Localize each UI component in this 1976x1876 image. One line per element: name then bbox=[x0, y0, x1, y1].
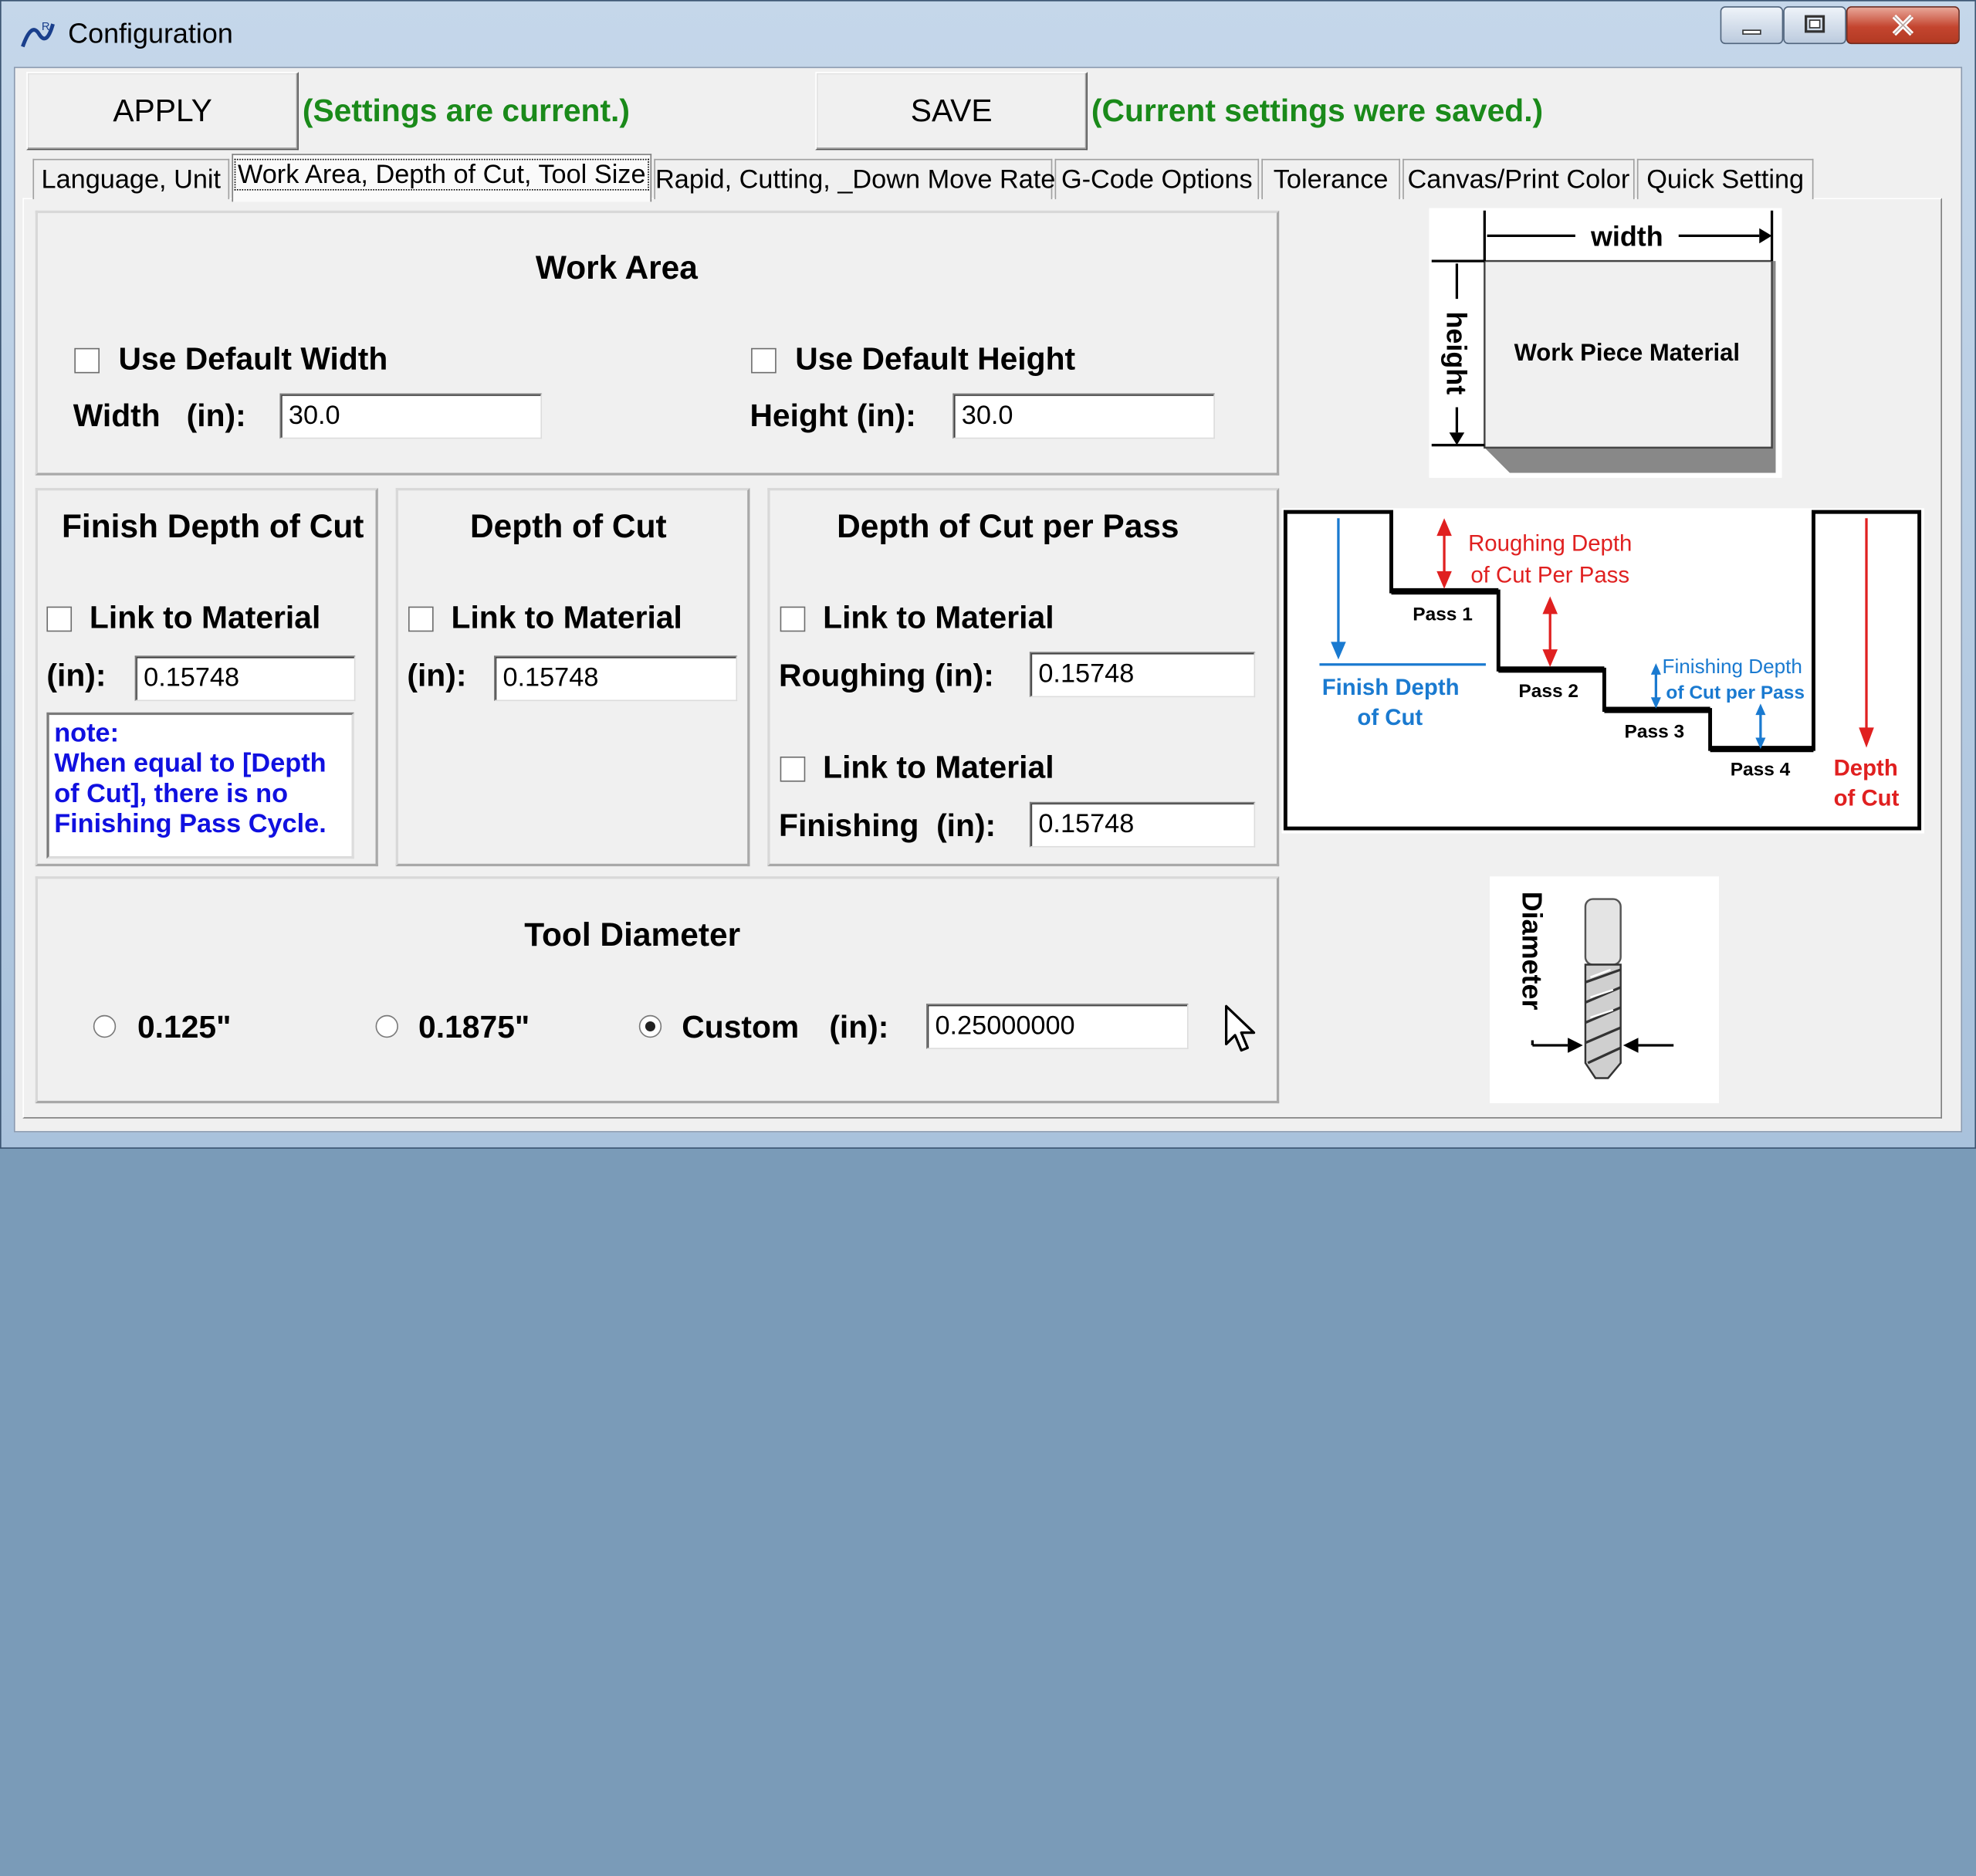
finish-depth-label-2: of Cut bbox=[1357, 705, 1423, 730]
finish-link-material-checkbox[interactable] bbox=[46, 606, 73, 632]
tab-label: Rapid, Cutting, _Down Move Rate bbox=[655, 164, 1056, 195]
workpiece-diagram: width height Work Piece Material bbox=[1429, 208, 1782, 479]
finish-depth-note: note: When equal to [Depth of Cut], ther… bbox=[46, 712, 354, 859]
tab-label: Language, Unit bbox=[41, 164, 222, 195]
mouse-cursor-icon bbox=[1224, 1004, 1256, 1052]
depth-passes-diagram: Roughing Depth of Cut Per Pass Finishing… bbox=[1281, 508, 1925, 834]
tab-canvas-print-color[interactable]: Canvas/Print Color bbox=[1402, 158, 1635, 200]
pass-3-label: Pass 3 bbox=[1625, 721, 1685, 742]
app-logo-icon: R bbox=[21, 21, 55, 48]
finishing-label: Finishing (in): bbox=[779, 808, 996, 844]
note-line: Finishing Pass Cycle. bbox=[54, 809, 327, 839]
roughing-label: Roughing (in): bbox=[779, 658, 994, 694]
finishing-link-material-checkbox[interactable] bbox=[780, 756, 806, 782]
finishing-label-2: of Cut per Pass bbox=[1666, 682, 1805, 703]
roughing-label-2: of Cut Per Pass bbox=[1470, 563, 1629, 588]
tab-label: Quick Setting bbox=[1646, 164, 1805, 195]
radio-01875-label: 0.1875" bbox=[418, 1010, 530, 1046]
pass-1-label: Pass 1 bbox=[1413, 604, 1473, 625]
width-input[interactable]: 30.0 bbox=[279, 393, 543, 439]
finishing-link-material-label: Link to Material bbox=[823, 750, 1054, 786]
tool-diameter-group bbox=[35, 876, 1280, 1104]
width-dim-label: width bbox=[1590, 220, 1663, 252]
height-input[interactable]: 30.0 bbox=[952, 393, 1215, 439]
tool-diameter-title: Tool Diameter bbox=[524, 915, 741, 953]
finish-depth-input[interactable]: 0.15748 bbox=[134, 655, 356, 702]
tab-work-area[interactable]: Work Area, Depth of Cut, Tool Size bbox=[232, 154, 652, 202]
depth-unit-label: (in): bbox=[407, 658, 467, 694]
depth-label-2: of Cut bbox=[1834, 786, 1900, 811]
roughing-input[interactable]: 0.15748 bbox=[1029, 652, 1256, 698]
pass-2-label: Pass 2 bbox=[1518, 681, 1578, 702]
use-default-height-label: Use Default Height bbox=[795, 341, 1076, 378]
svg-text:R: R bbox=[42, 21, 50, 33]
use-default-width-label: Use Default Width bbox=[118, 341, 388, 378]
radio-0125[interactable] bbox=[93, 1014, 117, 1038]
tab-tolerance[interactable]: Tolerance bbox=[1261, 158, 1400, 200]
note-line: When equal to [Depth bbox=[54, 749, 327, 778]
tab-rapid-cutting[interactable]: Rapid, Cutting, _Down Move Rate bbox=[654, 158, 1056, 200]
window-title: Configuration bbox=[68, 17, 233, 49]
custom-unit-label: (in): bbox=[829, 1010, 889, 1046]
depth-of-cut-title: Depth of Cut bbox=[469, 506, 667, 545]
tool-diameter-label: Diameter bbox=[1516, 892, 1548, 1011]
save-button[interactable]: SAVE bbox=[815, 72, 1088, 151]
close-icon bbox=[1892, 14, 1914, 36]
close-button[interactable] bbox=[1846, 6, 1960, 45]
radio-0125-label: 0.125" bbox=[137, 1010, 232, 1046]
finish-depth-label-1: Finish Depth bbox=[1322, 675, 1460, 700]
finish-depth-title: Finish Depth of Cut bbox=[62, 506, 364, 545]
depth-link-material-checkbox[interactable] bbox=[408, 606, 434, 632]
tab-label: G-Code Options bbox=[1061, 164, 1253, 195]
configuration-window: R Configuration APPLY (Settings are curr… bbox=[0, 0, 1976, 1149]
finishing-label-1: Finishing Depth bbox=[1663, 655, 1802, 678]
roughing-link-material-checkbox[interactable] bbox=[780, 606, 806, 632]
width-label: Width (in): bbox=[73, 398, 246, 434]
finishing-input[interactable]: 0.15748 bbox=[1029, 801, 1256, 848]
minimize-button[interactable] bbox=[1720, 6, 1784, 45]
tab-label: Tolerance bbox=[1273, 164, 1389, 195]
maximize-button[interactable] bbox=[1783, 6, 1846, 45]
radio-custom-label: Custom bbox=[682, 1010, 800, 1046]
maximize-icon bbox=[1805, 15, 1825, 33]
depth-of-cut-input[interactable]: 0.15748 bbox=[494, 655, 738, 702]
tool-diameter-diagram: Diameter bbox=[1489, 876, 1720, 1104]
depth-link-material-label: Link to Material bbox=[451, 600, 682, 636]
radio-custom[interactable] bbox=[638, 1014, 662, 1038]
tab-language-unit[interactable]: Language, Unit bbox=[32, 158, 230, 200]
minimize-icon bbox=[1742, 29, 1761, 35]
pass-4-label: Pass 4 bbox=[1731, 759, 1791, 780]
depth-per-pass-title: Depth of Cut per Pass bbox=[837, 506, 1179, 545]
depth-label-1: Depth bbox=[1834, 755, 1898, 781]
use-default-width-checkbox[interactable] bbox=[74, 347, 100, 374]
work-area-title: Work Area bbox=[535, 248, 698, 286]
custom-diameter-input[interactable]: 0.25000000 bbox=[926, 1004, 1189, 1049]
use-default-height-checkbox[interactable] bbox=[751, 347, 777, 374]
finish-link-material-label: Link to Material bbox=[89, 600, 321, 636]
roughing-link-material-label: Link to Material bbox=[823, 600, 1054, 636]
tab-gcode-options[interactable]: G-Code Options bbox=[1054, 158, 1260, 200]
tab-label: Work Area, Depth of Cut, Tool Size bbox=[234, 158, 650, 191]
apply-button[interactable]: APPLY bbox=[26, 72, 299, 151]
height-dim-label: height bbox=[1440, 311, 1472, 395]
tab-quick-setting[interactable]: Quick Setting bbox=[1636, 158, 1814, 200]
roughing-label-1: Roughing Depth bbox=[1468, 531, 1632, 557]
apply-status-text: (Settings are current.) bbox=[302, 93, 630, 129]
save-status-text: (Current settings were saved.) bbox=[1091, 93, 1544, 129]
note-line: of Cut], there is no bbox=[54, 779, 289, 808]
material-label: Work Piece Material bbox=[1514, 339, 1740, 366]
radio-01875[interactable] bbox=[375, 1014, 398, 1038]
tab-label: Canvas/Print Color bbox=[1407, 164, 1630, 195]
title-bar[interactable]: R Configuration bbox=[2, 2, 1975, 67]
finish-unit-label: (in): bbox=[46, 658, 107, 694]
note-line: note: bbox=[54, 718, 120, 748]
height-label: Height (in): bbox=[749, 398, 916, 434]
